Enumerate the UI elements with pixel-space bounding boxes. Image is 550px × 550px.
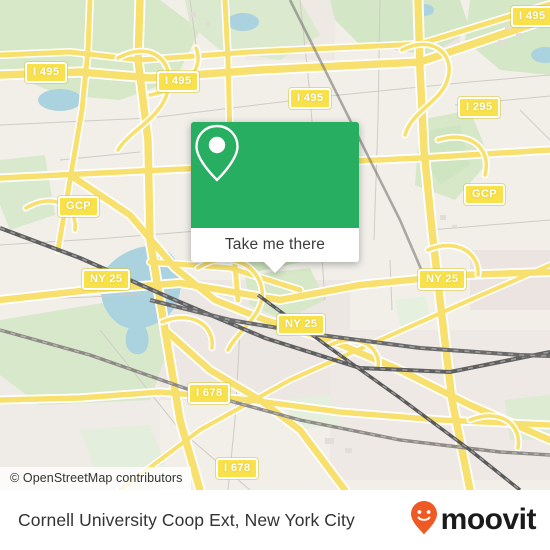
moovit-brand[interactable]: moovit (409, 490, 537, 550)
take-me-there-label: Take me there (224, 236, 326, 253)
highway-shield: GCP (58, 196, 100, 217)
map-attribution[interactable]: © OpenStreetMap contributors (0, 467, 191, 490)
highway-shield: I 295 (458, 97, 501, 118)
highway-shield: I 495 (157, 71, 200, 92)
place-title: Cornell University Coop Ext, New York Ci… (18, 509, 355, 530)
highway-shield: I 678 (216, 458, 259, 479)
highway-shield: GCP (464, 184, 506, 205)
highway-shield: I 495 (25, 62, 68, 83)
moovit-location-card: I 495 I 495 I 495 I 495 I 295 GCP GCP NY 25 NY 2… (0, 0, 550, 550)
highway-shield: NY 25 (418, 269, 467, 290)
highway-shield: I 495 (289, 88, 332, 109)
highway-shield: NY 25 (82, 269, 131, 290)
highway-shield: I 678 (188, 383, 231, 404)
footer-bar: Cornell University Coop Ext, New York Ci… (0, 490, 550, 550)
popup-header (191, 122, 359, 228)
moovit-wordmark: moovit (440, 503, 537, 536)
highway-shield: NY 25 (277, 314, 326, 335)
highway-shield: I 495 (511, 6, 550, 27)
moovit-smiley-pin-icon (409, 500, 439, 541)
location-popup[interactable]: Take me there (191, 122, 359, 273)
popup-pointer (264, 262, 286, 273)
map-canvas[interactable]: I 495 I 495 I 495 I 495 I 295 GCP GCP NY 25 NY 2… (0, 0, 550, 490)
popup-footer[interactable]: Take me there (191, 228, 359, 273)
